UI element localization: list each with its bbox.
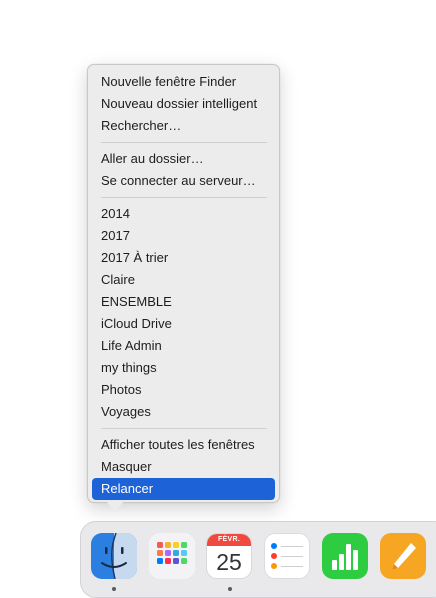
menu-separator [101,197,267,198]
menu-item-folder-claire[interactable]: Claire [92,269,275,291]
menu-item-folder-my-things[interactable]: my things [92,357,275,379]
reminders-icon[interactable] [264,533,310,579]
menu-item-folder-voyages[interactable]: Voyages [92,401,275,423]
menu-item-connect-to-server[interactable]: Se connecter au serveur… [92,170,275,192]
menu-item-folder-photos[interactable]: Photos [92,379,275,401]
menu-pointer [106,501,124,513]
menu-item-new-finder-window[interactable]: Nouvelle fenêtre Finder [92,71,275,93]
menu-item-new-smart-folder[interactable]: Nouveau dossier intelligent [92,93,275,115]
calendar-month: FÉVR. [207,534,251,546]
numbers-icon[interactable] [322,533,368,579]
menu-item-folder-life-admin[interactable]: Life Admin [92,335,275,357]
menu-item-relaunch[interactable]: Relancer [92,478,275,500]
menu-item-hide[interactable]: Masquer [92,456,275,478]
finder-running-indicator [112,587,116,591]
menu-item-folder-2014[interactable]: 2014 [92,203,275,225]
menu-item-find[interactable]: Rechercher… [92,115,275,137]
menu-separator [101,428,267,429]
menu-item-folder-2017-a-trier[interactable]: 2017 À trier [92,247,275,269]
launchpad-icon[interactable] [149,533,195,579]
calendar-icon[interactable]: FÉVR. 25 [206,533,252,579]
menu-item-folder-2017[interactable]: 2017 [92,225,275,247]
pages-icon[interactable] [380,533,426,579]
calendar-day: 25 [216,549,242,575]
menu-item-folder-icloud-drive[interactable]: iCloud Drive [92,313,275,335]
menu-item-go-to-folder[interactable]: Aller au dossier… [92,148,275,170]
menu-separator [101,142,267,143]
calendar-running-indicator [228,587,232,591]
menu-item-folder-ensemble[interactable]: ENSEMBLE [92,291,275,313]
finder-dock-context-menu: Nouvelle fenêtre Finder Nouveau dossier … [87,64,280,503]
menu-item-show-all-windows[interactable]: Afficher toutes les fenêtres [92,434,275,456]
finder-icon[interactable] [91,533,137,579]
